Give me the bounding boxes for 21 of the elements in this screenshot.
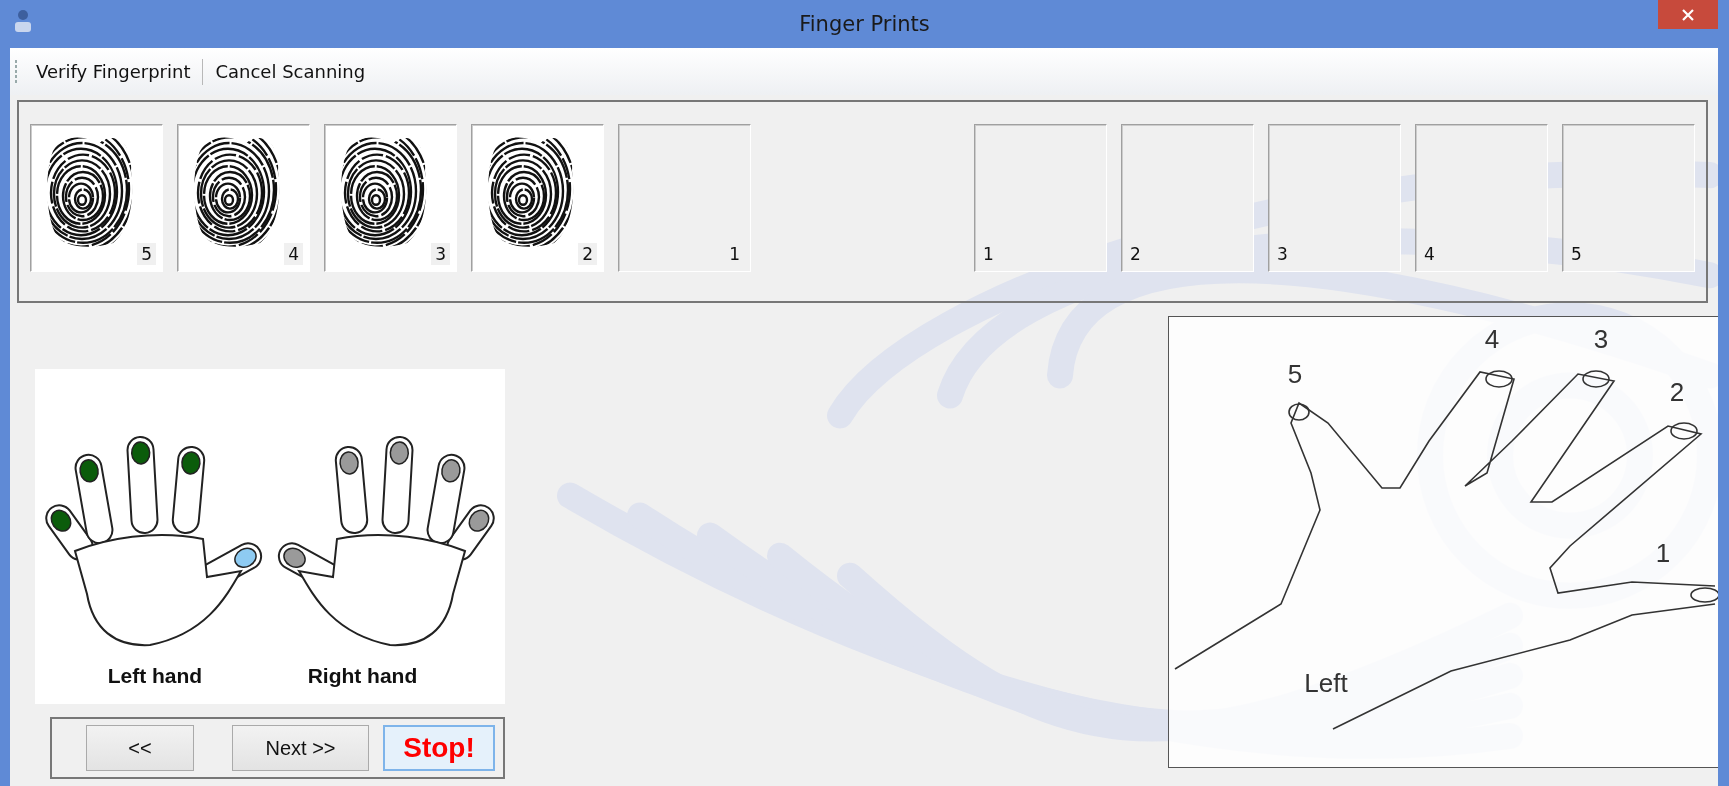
grip-icon xyxy=(14,58,18,85)
slot-number: 2 xyxy=(578,243,597,265)
finger-number: 3 xyxy=(1593,324,1609,354)
nav-button[interactable]: Next >> xyxy=(232,725,369,771)
toolbar-button[interactable]: Verify Fingerprint xyxy=(28,57,199,86)
user-icon xyxy=(12,8,34,34)
slot-number: 4 xyxy=(284,243,303,265)
finger-number: 4 xyxy=(1484,324,1500,354)
hand-label: Right hand xyxy=(307,664,418,688)
slot-number: 5 xyxy=(137,243,156,265)
window-title: Finger Prints xyxy=(799,12,930,36)
close-button[interactable] xyxy=(1658,0,1718,29)
hand-label: Left hand xyxy=(107,664,203,688)
finger-number: 2 xyxy=(1669,377,1685,407)
hand-label: Left xyxy=(1304,668,1348,698)
nav-button[interactable]: << xyxy=(86,725,194,771)
toolbar-button[interactable]: Cancel Scanning xyxy=(207,57,374,86)
finger-number: 5 xyxy=(1287,359,1303,389)
close-icon xyxy=(1681,7,1695,22)
finger-number: 1 xyxy=(1655,538,1671,568)
slot-number: 3 xyxy=(431,243,450,265)
